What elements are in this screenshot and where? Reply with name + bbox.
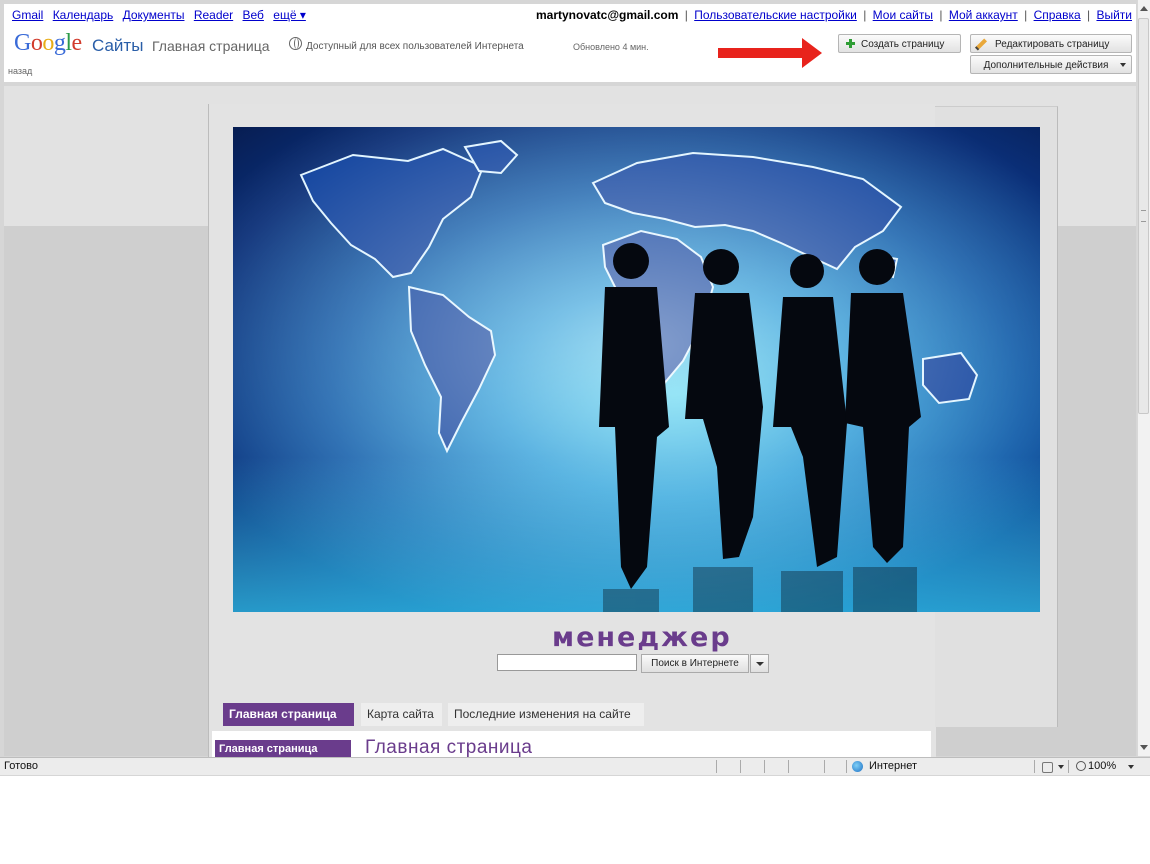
scroll-up-arrow-icon[interactable] (1140, 6, 1148, 11)
sites-product-name: Сайты (92, 36, 144, 55)
sign-out-link[interactable]: Выйти (1096, 8, 1132, 22)
create-page-button[interactable]: Создать страницу (838, 34, 961, 53)
chevron-down-icon (1120, 63, 1126, 67)
chevron-down-icon[interactable] (1058, 765, 1064, 769)
tab-sitemap[interactable]: Карта сайта (361, 703, 442, 726)
google-logo[interactable]: Google (14, 30, 82, 57)
user-email: martynovatc@gmail.com (535, 8, 679, 22)
status-divider (764, 760, 765, 773)
globe-icon (289, 37, 302, 50)
reader-link[interactable]: Reader (194, 8, 233, 22)
sites-header: Google Сайты Главная страница Доступный … (4, 26, 1136, 82)
scrollbar-grip-icon (1141, 210, 1146, 222)
my-sites-link[interactable]: Мои сайты (873, 8, 933, 22)
chevron-down-icon (756, 662, 764, 666)
browser-status-bar: Готово Интернет 100% (0, 757, 1150, 775)
site-search-input[interactable] (497, 654, 637, 671)
header-banner-image (233, 127, 1040, 612)
gmail-link[interactable]: Gmail (12, 8, 43, 22)
sharing-status[interactable]: Доступный для всех пользователей Интерне… (306, 41, 524, 52)
site-name-heading[interactable]: менеджер (552, 622, 732, 653)
security-zone-label: Интернет (869, 760, 917, 772)
pencil-icon (974, 38, 988, 51)
red-arrow-annotation (718, 38, 822, 68)
more-actions-button[interactable]: Дополнительные действия (970, 55, 1132, 74)
edit-page-button[interactable]: Редактировать страницу (970, 34, 1132, 53)
status-divider (716, 760, 717, 773)
separator: | (1087, 8, 1091, 22)
status-divider (846, 760, 847, 773)
account-links: martynovatc@gmail.com | Пользовательские… (536, 4, 1132, 26)
status-divider (1034, 760, 1035, 773)
search-web-button[interactable]: Поиск в Интернете (641, 654, 749, 673)
plus-icon (846, 39, 855, 48)
tab-home[interactable]: Главная страница (223, 703, 354, 726)
browser-viewport: Gmail Календарь Документы Reader Веб ещё… (0, 0, 1150, 776)
site-title: Главная страница (152, 38, 270, 54)
edit-page-label: Редактировать страницу (995, 39, 1110, 50)
status-divider (788, 760, 789, 773)
google-bar: Gmail Календарь Документы Reader Веб ещё… (4, 4, 1136, 26)
more-services-link[interactable]: ещё ▾ (273, 8, 306, 22)
status-divider (740, 760, 741, 773)
last-updated: Обновлено 4 мин. (573, 42, 649, 52)
separator: | (684, 8, 688, 22)
my-account-link[interactable]: Мой аккаунт (949, 8, 1018, 22)
tab-recent-changes[interactable]: Последние изменения на сайте (448, 703, 644, 726)
web-link[interactable]: Веб (243, 8, 264, 22)
user-settings-link[interactable]: Пользовательские настройки (694, 8, 857, 22)
zoom-icon[interactable] (1076, 761, 1086, 771)
status-divider (824, 760, 825, 773)
google-services-links: Gmail Календарь Документы Reader Веб ещё… (12, 4, 312, 26)
page-title: Главная страница (365, 737, 533, 758)
separator: | (939, 8, 943, 22)
search-scope-dropdown[interactable] (750, 654, 769, 673)
separator: | (863, 8, 867, 22)
back-link[interactable]: назад (8, 66, 32, 76)
help-link[interactable]: Справка (1034, 8, 1081, 22)
protected-mode-icon[interactable] (1042, 762, 1053, 773)
chevron-down-icon[interactable] (1128, 765, 1134, 769)
separator: | (1024, 8, 1028, 22)
status-text: Готово (4, 760, 38, 772)
status-divider (1068, 760, 1069, 773)
calendar-link[interactable]: Календарь (53, 8, 114, 22)
internet-zone-icon (852, 761, 863, 772)
more-actions-label: Дополнительные действия (983, 60, 1109, 71)
world-map-businessmen-illustration (233, 127, 1040, 612)
create-page-label: Создать страницу (861, 39, 945, 50)
zoom-level[interactable]: 100% (1088, 758, 1116, 775)
documents-link[interactable]: Документы (123, 8, 185, 22)
scroll-down-arrow-icon[interactable] (1140, 745, 1148, 750)
